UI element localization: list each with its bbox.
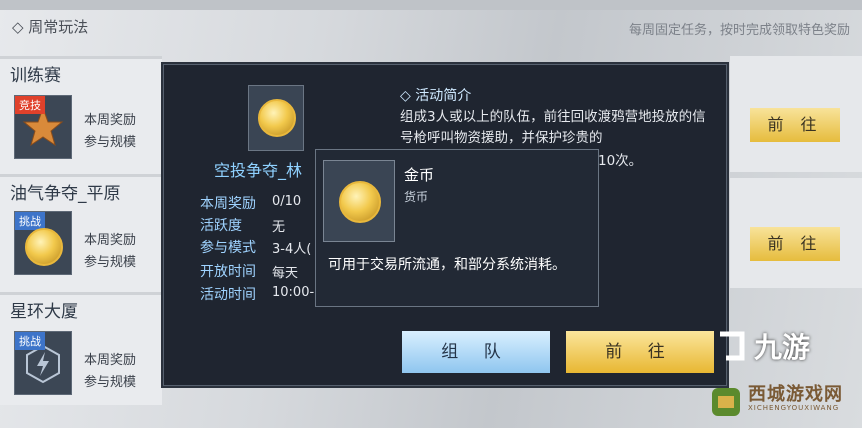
scale-label: 参与规模	[84, 255, 137, 270]
reward-label: 本周奖励	[84, 233, 137, 248]
info-value: 10:00-	[272, 285, 315, 300]
intro-text: 组成3人或以上的队伍，前往回收渡鸦营地投放的信号枪呼叫物资援助，并保护珍贵的	[400, 109, 706, 146]
nine-game-logo-icon	[720, 331, 745, 361]
intro-text-tail: 10次。	[598, 153, 643, 169]
info-value: 无	[272, 220, 286, 235]
info-key: 开放时间	[200, 264, 256, 280]
item-icon-box	[323, 160, 395, 242]
watermark-logo-text: 九游	[754, 331, 811, 364]
info-key: 参与模式	[200, 240, 256, 256]
card-name: 油气争夺_平原	[10, 184, 121, 204]
info-value: 0/10	[272, 194, 302, 209]
watermark-title: 西城游戏网	[748, 384, 843, 405]
form-team-button[interactable]: 组 队	[402, 331, 550, 373]
watermark-logo-icon	[712, 388, 740, 416]
activity-card-training[interactable]: 训练赛 竞技 本周奖励 参与规模	[0, 56, 162, 175]
item-tooltip: 金币 货币 可用于交易所流通，和部分系统消耗。	[315, 149, 599, 307]
item-description: 可用于交易所流通，和部分系统消耗。	[328, 257, 566, 273]
card-name: 星环大厦	[10, 302, 78, 322]
activity-title: 空投争夺_林	[214, 161, 303, 180]
intro-heading: ◇ 活动简介	[400, 88, 472, 104]
gold-coin-icon	[339, 181, 381, 223]
activity-icon: 挑战	[14, 331, 72, 395]
go-button[interactable]: 前 往	[750, 227, 840, 261]
reward-label: 本周奖励	[84, 353, 137, 368]
activity-icon: 竞技	[14, 95, 72, 159]
activity-card-tower[interactable]: 星环大厦 挑战 本周奖励 参与规模	[0, 292, 162, 405]
top-bar	[0, 0, 862, 10]
info-value: 每天	[272, 266, 299, 281]
go-button[interactable]: 前 往	[750, 108, 840, 142]
reward-label: 本周奖励	[84, 113, 137, 128]
info-key: 活跃度	[200, 218, 242, 234]
item-name: 金币	[404, 166, 435, 184]
info-key: 本周奖励	[200, 196, 256, 212]
info-key: 活动时间	[200, 287, 256, 303]
watermark-subtitle: XICHENGYOUXIWANG	[748, 404, 840, 412]
info-value: 3-4人(	[272, 242, 312, 257]
gold-coin-icon	[25, 228, 63, 266]
watermark: 九游 西城游戏网 XICHENGYOUXIWANG	[708, 322, 858, 426]
gold-coin-icon	[258, 99, 296, 137]
item-type: 货币	[404, 190, 429, 204]
card-tag: 竞技	[15, 96, 45, 114]
card-tag: 挑战	[15, 332, 45, 350]
card-name: 训练赛	[10, 66, 61, 86]
reward-icon-box[interactable]	[248, 85, 304, 151]
activity-card-oil[interactable]: 油气争夺_平原 挑战 本周奖励 参与规模	[0, 174, 162, 293]
go-button[interactable]: 前 往	[566, 331, 714, 373]
activity-icon: 挑战	[14, 211, 72, 275]
section-note: 每周固定任务，按时完成领取特色奖励	[628, 23, 850, 38]
scale-label: 参与规模	[84, 375, 137, 390]
section-title: ◇ 周常玩法	[12, 18, 89, 36]
scale-label: 参与规模	[84, 135, 137, 150]
